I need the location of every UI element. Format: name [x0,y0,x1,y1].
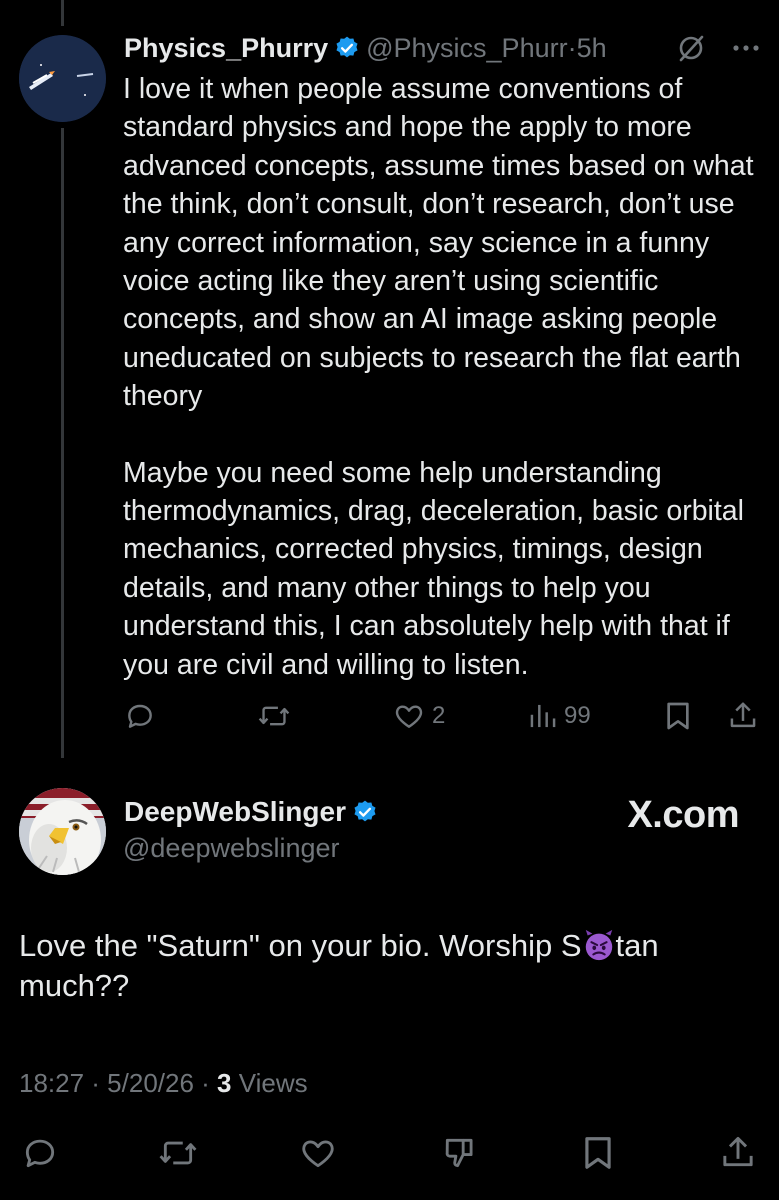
reply-button[interactable] [124,700,156,732]
post-timestamp[interactable]: 18:27 · 5/20/26 · [19,1068,217,1098]
reply-icon [124,700,156,732]
view-count: 99 [564,702,591,729]
heart-icon[interactable] [297,1134,339,1172]
thread-line [61,0,64,26]
tweet-paragraph: Maybe you need some help understanding t… [123,456,744,681]
heart-icon [392,700,426,732]
share-icon [728,700,758,732]
tweet-text: I love it when people assume conventions… [123,70,759,684]
tweet-header: DeepWebSlinger [124,796,384,828]
downvote-icon[interactable] [440,1134,480,1172]
tweet-text-part: Love the "Saturn" on your bio. Worship S [19,928,582,963]
repost-button[interactable] [257,700,291,732]
post-time[interactable]: 5h [577,33,607,64]
share-button[interactable] [728,700,758,732]
thread-line [61,128,64,758]
grok-icon[interactable] [675,32,707,64]
bookmark-icon [664,700,692,732]
verified-badge-icon [352,799,378,825]
tweet-action-bar [0,1134,779,1174]
handle[interactable]: @deepwebslinger [123,833,340,864]
views-count: 3 [217,1068,232,1098]
like-count: 2 [432,702,446,729]
views-chart-icon [528,700,558,732]
handle[interactable]: @Physics_Phurr [366,33,567,64]
views-label: Views [231,1068,308,1098]
views-button[interactable]: 99 [528,700,591,732]
repost-icon [257,700,291,732]
display-name[interactable]: DeepWebSlinger [124,796,346,828]
tweet-header: Physics_Phurry @Physics_Phurr · 5h [124,30,607,66]
tweet-text: Love the "Saturn" on your bio. Worship S… [19,926,749,1006]
tweet-header-actions [675,32,759,64]
bookmark-icon[interactable] [582,1134,614,1172]
reply-icon[interactable] [21,1134,59,1172]
post-metadata: 18:27 · 5/20/26 · 3 Views [19,1068,308,1099]
tweet-action-bar: 2 99 [124,700,760,736]
smiling-imp-emoji-icon [582,928,616,962]
avatar[interactable] [19,35,106,122]
separator: · [567,32,577,63]
x-com-watermark: X.com [627,794,739,836]
repost-icon[interactable] [157,1134,199,1172]
avatar[interactable] [19,788,106,875]
tweet-paragraph: I love it when people assume conventions… [123,73,754,413]
more-options-icon[interactable] [733,44,759,52]
like-button[interactable]: 2 [392,700,445,732]
bookmark-button[interactable] [664,700,692,732]
share-icon[interactable] [720,1134,756,1172]
verified-badge-icon [334,35,360,61]
display-name[interactable]: Physics_Phurry [124,33,328,64]
